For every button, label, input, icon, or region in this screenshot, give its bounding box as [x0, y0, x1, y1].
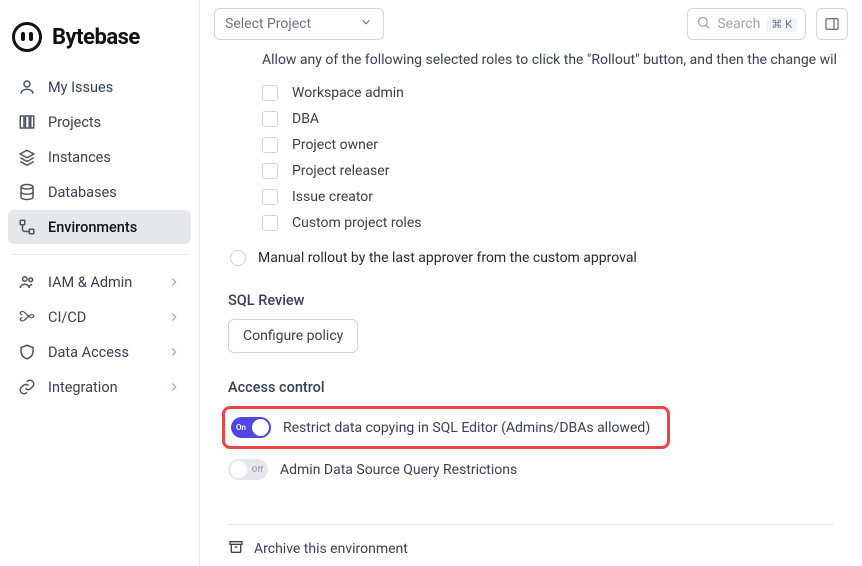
user-icon	[18, 78, 36, 96]
sidebar-item-label: IAM & Admin	[48, 274, 155, 291]
role-label: DBA	[292, 111, 319, 127]
admin-restrict-label: Admin Data Source Query Restrictions	[280, 462, 517, 478]
checkbox[interactable]	[262, 189, 278, 205]
sidebar-item-label: My Issues	[48, 79, 181, 96]
sidebar-item-projects[interactable]: Projects	[8, 105, 191, 139]
restrict-copy-label: Restrict data copying in SQL Editor (Adm…	[283, 420, 650, 436]
sidebar-item-label: CI/CD	[48, 309, 155, 326]
manual-rollout-label: Manual rollout by the last approver from…	[258, 250, 637, 266]
link-icon	[18, 378, 36, 396]
archive-label: Archive this environment	[254, 541, 408, 557]
sidebar-item-cicd[interactable]: CI/CD	[8, 300, 191, 334]
configure-policy-button[interactable]: Configure policy	[228, 319, 358, 353]
role-row-project-releaser: Project releaser	[262, 158, 834, 184]
role-checklist: Workspace admin DBA Project owner Projec…	[262, 80, 834, 236]
toggle-knob	[252, 419, 269, 436]
role-row-dba: DBA	[262, 106, 834, 132]
sidebar-item-label: Databases	[48, 184, 181, 201]
sql-review-heading: SQL Review	[228, 292, 834, 309]
chevron-right-icon	[167, 310, 181, 324]
chevron-right-icon	[167, 380, 181, 394]
search-icon	[696, 15, 711, 34]
sidebar-item-databases[interactable]: Databases	[8, 175, 191, 209]
admin-restrict-row: Off Admin Data Source Query Restrictions	[228, 455, 834, 484]
chevron-right-icon	[167, 275, 181, 289]
checkbox[interactable]	[262, 163, 278, 179]
restrict-copy-toggle[interactable]: On	[231, 417, 271, 438]
restrict-copy-highlight: On Restrict data copying in SQL Editor (…	[222, 406, 670, 449]
project-selector[interactable]: Select Project	[214, 8, 384, 40]
role-row-custom-project-roles: Custom project roles	[262, 210, 834, 236]
users-icon	[18, 273, 36, 291]
checkbox[interactable]	[262, 137, 278, 153]
sidebar-item-instances[interactable]: Instances	[8, 140, 191, 174]
role-label: Project owner	[292, 137, 378, 153]
access-control-heading: Access control	[228, 379, 834, 396]
admin-restrict-toggle[interactable]: Off	[228, 459, 268, 480]
search-placeholder: Search	[717, 16, 760, 32]
manual-rollout-row: Manual rollout by the last approver from…	[230, 250, 834, 266]
checkbox[interactable]	[262, 215, 278, 231]
checkbox[interactable]	[262, 85, 278, 101]
panel-button[interactable]	[816, 8, 848, 40]
sidebar: Bytebase My Issues Projects Instances Da…	[0, 0, 200, 566]
toggle-knob	[230, 461, 247, 478]
project-selector-label: Select Project	[225, 16, 311, 32]
chevron-down-icon	[359, 15, 373, 33]
sidebar-item-label: Environments	[48, 219, 181, 236]
database-icon	[18, 183, 36, 201]
checkbox[interactable]	[262, 111, 278, 127]
toggle-off-tag: Off	[252, 465, 263, 474]
search-input[interactable]: Search ⌘ K	[687, 8, 806, 40]
sidebar-item-data-access[interactable]: Data Access	[8, 335, 191, 369]
role-row-project-owner: Project owner	[262, 132, 834, 158]
logo-text: Bytebase	[52, 25, 140, 50]
sidebar-item-my-issues[interactable]: My Issues	[8, 70, 191, 104]
radio-button[interactable]	[230, 250, 246, 266]
chevron-right-icon	[167, 345, 181, 359]
layers-icon	[18, 148, 36, 166]
sidebar-item-label: Instances	[48, 149, 181, 166]
nav-separator	[12, 254, 187, 255]
toggle-on-tag: On	[236, 423, 246, 432]
role-label: Workspace admin	[292, 85, 404, 101]
role-label: Issue creator	[292, 189, 373, 205]
role-label: Project releaser	[292, 163, 389, 179]
sidebar-item-label: Data Access	[48, 344, 155, 361]
sidebar-item-environments[interactable]: Environments	[8, 210, 191, 244]
shield-icon	[18, 343, 36, 361]
rollout-description: Allow any of the following selected role…	[262, 52, 834, 68]
role-row-issue-creator: Issue creator	[262, 184, 834, 210]
search-kbd: ⌘ K	[766, 17, 797, 32]
sidebar-item-label: Integration	[48, 379, 155, 396]
columns-icon	[18, 113, 36, 131]
infinity-icon	[18, 308, 36, 326]
logo-icon	[12, 22, 42, 52]
network-icon	[18, 218, 36, 236]
main-content: Allow any of the following selected role…	[200, 40, 862, 566]
archive-environment-button[interactable]: Archive this environment	[228, 525, 834, 566]
archive-icon	[228, 539, 244, 559]
sidebar-item-integration[interactable]: Integration	[8, 370, 191, 404]
role-row-workspace-admin: Workspace admin	[262, 80, 834, 106]
role-label: Custom project roles	[292, 215, 422, 231]
logo[interactable]: Bytebase	[8, 8, 191, 70]
sidebar-item-iam-admin[interactable]: IAM & Admin	[8, 265, 191, 299]
sidebar-item-label: Projects	[48, 114, 181, 131]
